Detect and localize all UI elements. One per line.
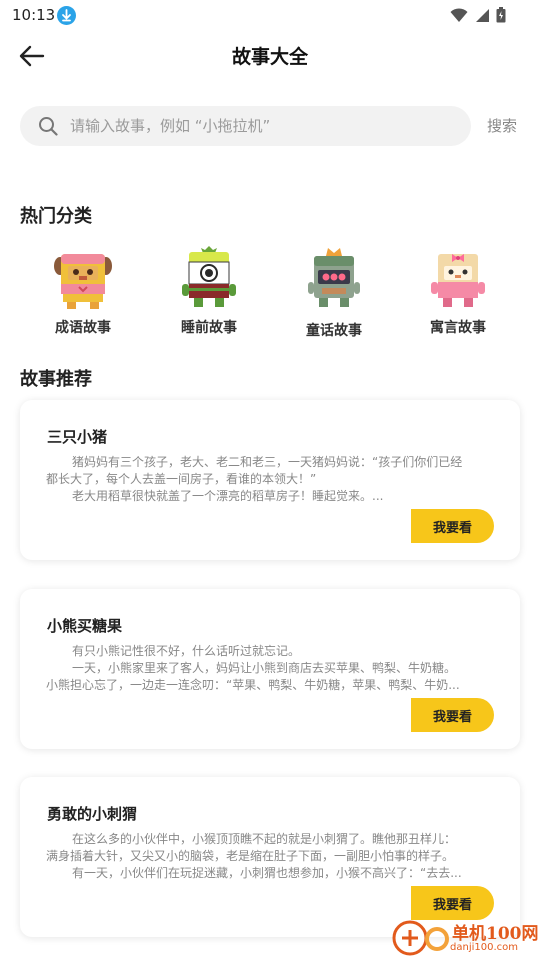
search-button[interactable]: 搜索 (487, 115, 517, 136)
pink-bow-cube-character-icon (431, 254, 485, 307)
story-excerpt-line: 猪妈妈有三个孩子，老大、老二和老三，一天猪妈妈说：“孩子们你们已经 (72, 455, 463, 469)
category-bedtime-stories[interactable]: 睡前故事 (159, 246, 259, 344)
story-title: 小熊买糖果 (47, 617, 123, 635)
story-excerpt-line: 有只小熊记性很不好，什么话听过就忘记。 (72, 644, 301, 658)
watermark-title: 单机100网 (452, 924, 539, 944)
status-bar: 10:13 (0, 0, 540, 32)
search-icon (38, 116, 58, 140)
pink-brown-cube-character-icon (54, 254, 112, 309)
read-story-button[interactable]: 我要看 (411, 509, 494, 543)
category-label: 童话故事 (306, 323, 362, 339)
story-card[interactable]: 勇敢的小刺猬 在这么多的小伙伴中，小猴顶顶瞧不起的就是小刺猬了。瞧他那丑样儿： … (20, 777, 520, 937)
story-card[interactable]: 小熊买糖果 有只小熊记性很不好，什么话听过就忘记。 一天，小熊家里来了客人，妈妈… (20, 589, 520, 749)
grey-crowned-cube-character-icon (308, 248, 360, 307)
watermark-logo-icon (392, 920, 428, 956)
story-excerpt: 在这么多的小伙伴中，小猴顶顶瞧不起的就是小刺猬了。瞧他那丑样儿： 满身插着大针，… (46, 831, 496, 882)
wifi-icon (450, 7, 468, 22)
story-excerpt-line: 老大用稻草很快就盖了一个漂亮的稻草房子！睡起觉来。... (72, 489, 384, 503)
story-excerpt-line: 小熊担心忘了，一边走一连念叨：“苹果、鸭梨、牛奶糖，苹果、鸭梨、牛奶... (46, 678, 460, 692)
story-title: 勇敢的小刺猬 (47, 805, 138, 823)
category-label: 寓言故事 (430, 320, 486, 336)
page-title: 故事大全 (231, 46, 308, 68)
status-time: 10:13 (12, 6, 56, 24)
search-bar[interactable] (20, 106, 471, 146)
category-fable-stories[interactable]: 寓言故事 (408, 246, 508, 344)
download-notification-icon (57, 6, 76, 25)
category-fairy-tales[interactable]: 童话故事 (284, 246, 384, 344)
battery-icon (496, 7, 506, 23)
story-recommend-title: 故事推荐 (20, 369, 92, 390)
read-story-button[interactable]: 我要看 (411, 886, 494, 920)
category-label: 睡前故事 (181, 320, 237, 336)
category-label: 成语故事 (55, 320, 111, 336)
green-one-eye-cube-character-icon (182, 246, 236, 307)
read-story-button[interactable]: 我要看 (411, 698, 494, 732)
story-excerpt: 有只小熊记性很不好，什么话听过就忘记。 一天，小熊家里来了客人，妈妈让小熊到商店… (46, 643, 496, 694)
search-input[interactable] (70, 106, 460, 146)
site-watermark: 单机100网 danji100.com (392, 918, 540, 960)
story-card[interactable]: 三只小猪 猪妈妈有三个孩子，老大、老二和老三，一天猪妈妈说：“孩子们你们已经 都… (20, 400, 520, 560)
story-excerpt-line: 在这么多的小伙伴中，小猴顶顶瞧不起的就是小刺猬了。瞧他那丑样儿： (72, 832, 457, 846)
story-title: 三只小猪 (47, 428, 108, 446)
story-excerpt-line: 有一天，小伙伴们在玩捉迷藏，小刺猬也想参加，小猴不高兴了：“去去... (72, 866, 462, 880)
story-excerpt-line: 满身插着大针，又尖又小的脑袋，老是缩在肚子下面，一副胆小怕事的样子。 (46, 849, 455, 863)
hot-categories-title: 热门分类 (20, 206, 92, 227)
story-excerpt-line: 都长大了，每个人去盖一间房子，看谁的本领大！” (46, 472, 317, 486)
story-excerpt-line: 一天，小熊家里来了客人，妈妈让小熊到商店去买苹果、鸭梨、牛奶糖。 (72, 661, 457, 675)
category-idiom-stories[interactable]: 成语故事 (33, 246, 133, 344)
watermark-url: danji100.com (450, 942, 518, 953)
signal-icon (476, 8, 489, 22)
watermark-ring-icon (425, 927, 449, 951)
status-icons (450, 7, 506, 23)
story-excerpt: 猪妈妈有三个孩子，老大、老二和老三，一天猪妈妈说：“孩子们你们已经 都长大了，每… (46, 454, 496, 505)
